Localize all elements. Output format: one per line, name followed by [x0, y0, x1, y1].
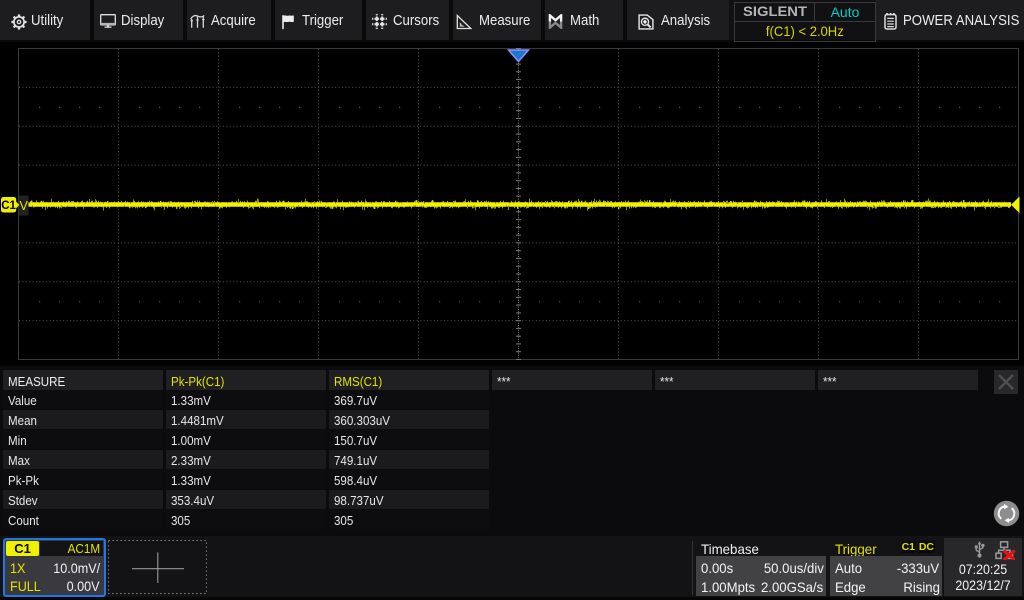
- svg-text:V: V: [20, 199, 29, 213]
- svg-text:C1: C1: [1, 200, 16, 212]
- svg-text:SIGLENT: SIGLENT: [743, 5, 807, 18]
